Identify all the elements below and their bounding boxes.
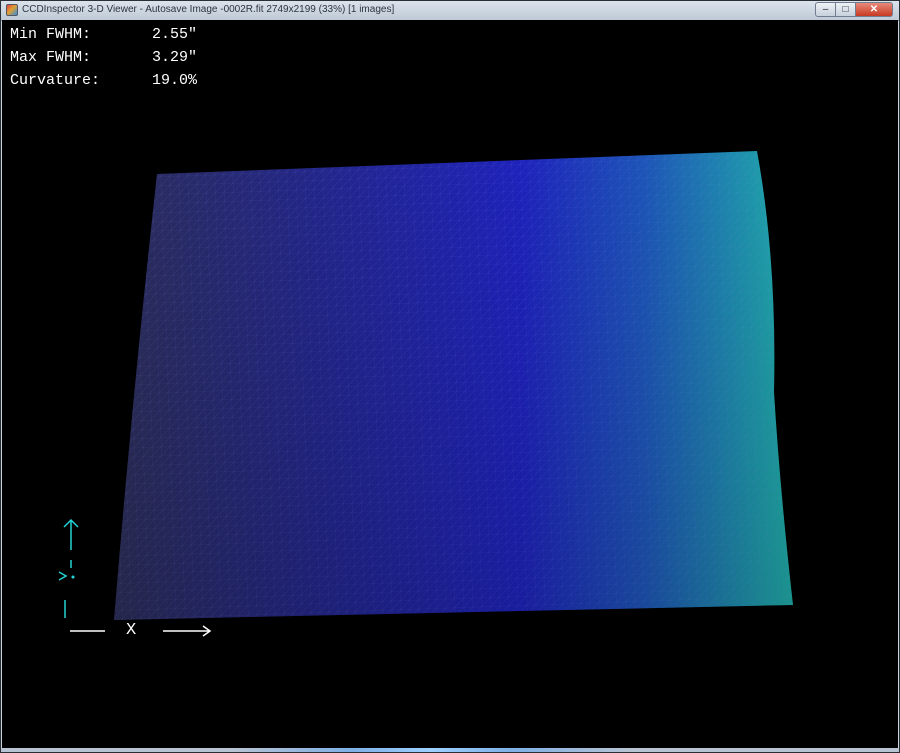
stat-curvature: Curvature: 19.0% bbox=[10, 69, 197, 92]
maximize-button[interactable]: □ bbox=[835, 2, 856, 17]
y-axis-arrow-icon bbox=[58, 571, 68, 581]
title-bar[interactable]: CCDInspector 3-D Viewer - Autosave Image… bbox=[1, 1, 899, 21]
window-title: CCDInspector 3-D Viewer - Autosave Image… bbox=[22, 4, 395, 15]
stat-label: Curvature: bbox=[10, 72, 101, 89]
stat-label: Max FWHM: bbox=[10, 49, 92, 66]
taskbar-glow bbox=[231, 748, 631, 752]
window-bottom-border[interactable] bbox=[1, 748, 899, 752]
z-axis-arrow-icon bbox=[63, 518, 79, 550]
3d-viewport[interactable]: X Min FWHM: 2.55" Max FWHM: 3.29" Curvat… bbox=[2, 20, 898, 749]
fwhm-stats-overlay: Min FWHM: 2.55" Max FWHM: 3.29" Curvatur… bbox=[10, 23, 197, 92]
minimize-button[interactable]: – bbox=[815, 2, 836, 17]
stat-label: Min FWHM: bbox=[10, 26, 92, 43]
app-icon[interactable] bbox=[6, 4, 18, 16]
stat-max-fwhm: Max FWHM: 3.29" bbox=[10, 46, 197, 69]
close-button[interactable]: ✕ bbox=[855, 2, 893, 17]
viewer-window: CCDInspector 3-D Viewer - Autosave Image… bbox=[0, 0, 900, 753]
axis-indicator bbox=[58, 518, 79, 618]
window-controls: – □ ✕ bbox=[815, 2, 893, 18]
x-axis-arrow-icon bbox=[70, 625, 212, 637]
stat-value: 19.0% bbox=[152, 72, 198, 89]
stat-value: 2.55" bbox=[152, 26, 198, 43]
x-axis-label: X bbox=[126, 621, 137, 640]
stat-min-fwhm: Min FWHM: 2.55" bbox=[10, 23, 197, 46]
stat-value: 3.29" bbox=[152, 49, 198, 66]
fwhm-surface-plot[interactable] bbox=[2, 20, 898, 749]
